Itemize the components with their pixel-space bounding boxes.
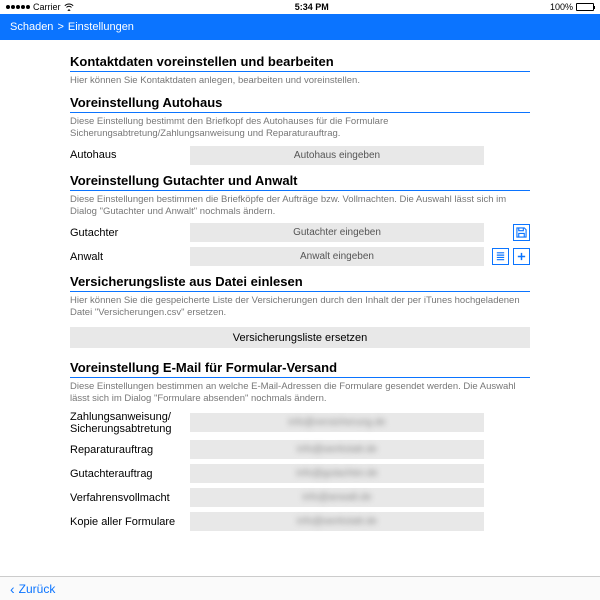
battery-icon xyxy=(576,3,594,11)
section-desc: Diese Einstellung bestimmt den Briefkopf… xyxy=(70,116,530,140)
row-label-autohaus: Autohaus xyxy=(70,149,190,161)
row-label: Reparaturauftrag xyxy=(70,444,190,456)
gutachter-input[interactable]: Gutachter eingeben xyxy=(190,223,484,242)
email-field-gutachterauftrag[interactable]: info@gutachter.de xyxy=(190,464,484,483)
section-desc: Diese Einstellungen bestimmen an welche … xyxy=(70,381,530,405)
replace-insurance-button[interactable]: Versicherungsliste ersetzen xyxy=(70,327,530,348)
back-chevron-icon[interactable]: ‹ xyxy=(10,581,15,597)
breadcrumb-current: Einstellungen xyxy=(68,21,134,33)
email-field-kopie[interactable]: info@werkstatt.de xyxy=(190,512,484,531)
row-label-anwalt: Anwalt xyxy=(70,251,190,263)
email-field-verfahrensvollmacht[interactable]: info@anwalt.de xyxy=(190,488,484,507)
battery-percent: 100% xyxy=(550,2,573,12)
email-field-reparaturauftrag[interactable]: info@werkstatt.de xyxy=(190,440,484,459)
section-title-email: Voreinstellung E-Mail für Formular-Versa… xyxy=(70,360,530,375)
section-title-gutachter-anwalt: Voreinstellung Gutachter und Anwalt xyxy=(70,173,530,188)
nav-bar: Schaden > Einstellungen xyxy=(0,14,600,40)
content: Kontaktdaten voreinstellen und bearbeite… xyxy=(0,40,600,576)
clock: 5:34 PM xyxy=(295,2,329,12)
section-title-versicherung: Versicherungsliste aus Datei einlesen xyxy=(70,274,530,289)
breadcrumb-sep: > xyxy=(57,21,63,33)
save-icon[interactable] xyxy=(513,224,530,241)
status-bar: Carrier 5:34 PM 100% xyxy=(0,0,600,14)
back-button[interactable]: Zurück xyxy=(19,582,56,596)
wifi-icon xyxy=(64,3,74,11)
section-desc: Diese Einstellungen bestimmen die Briefk… xyxy=(70,194,530,218)
autohaus-input[interactable]: Autohaus eingeben xyxy=(190,146,484,165)
breadcrumb-root[interactable]: Schaden xyxy=(10,21,53,33)
list-icon[interactable] xyxy=(492,248,509,265)
row-label-gutachter: Gutachter xyxy=(70,227,190,239)
row-label: Zahlungsanweisung/ Sicherungsabtretung xyxy=(70,411,190,435)
anwalt-input[interactable]: Anwalt eingeben xyxy=(190,247,484,266)
section-title-autohaus: Voreinstellung Autohaus xyxy=(70,95,530,110)
row-label: Gutachterauftrag xyxy=(70,468,190,480)
row-label: Kopie aller Formulare xyxy=(70,516,190,528)
carrier-label: Carrier xyxy=(33,2,61,12)
email-field-zahlungsanweisung[interactable]: info@versicherung.de xyxy=(190,413,484,432)
section-title-kontaktdaten: Kontaktdaten voreinstellen und bearbeite… xyxy=(70,54,530,69)
add-icon[interactable] xyxy=(513,248,530,265)
signal-icon xyxy=(6,5,30,9)
bottom-toolbar: ‹ Zurück xyxy=(0,576,600,600)
section-desc: Hier können Sie Kontaktdaten anlegen, be… xyxy=(70,75,530,87)
section-desc: Hier können Sie die gespeicherte Liste d… xyxy=(70,295,530,319)
row-label: Verfahrensvollmacht xyxy=(70,492,190,504)
